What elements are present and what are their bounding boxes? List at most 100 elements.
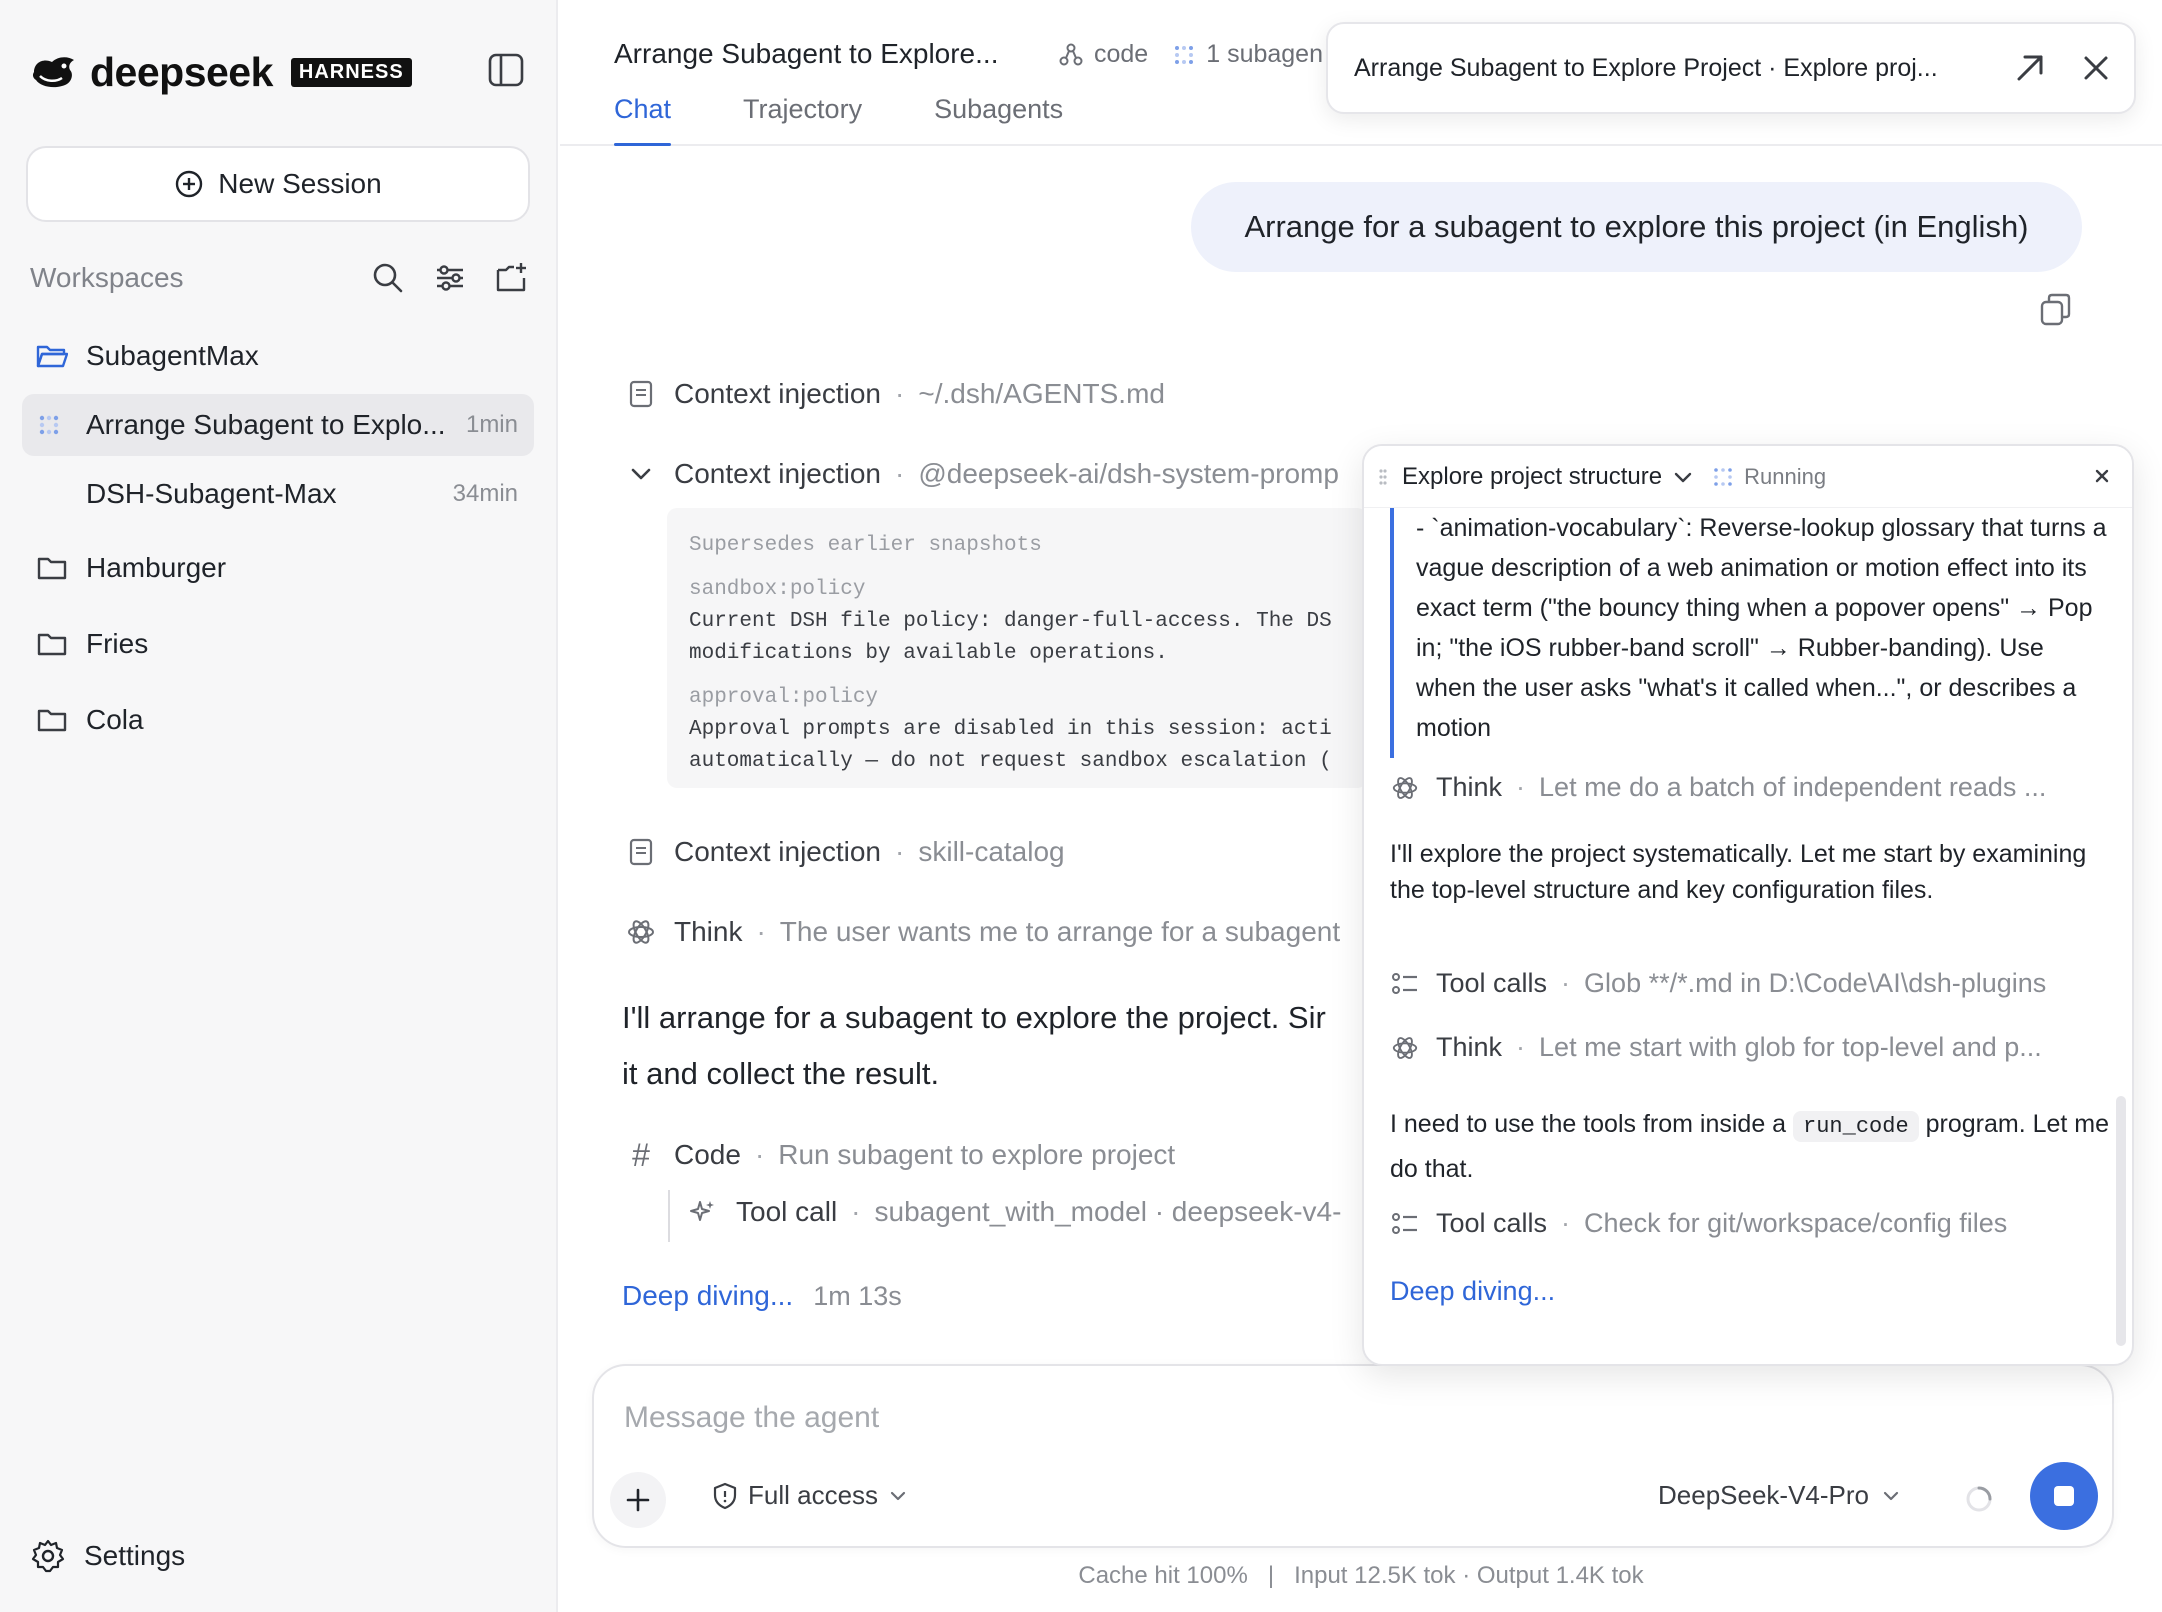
session-label: DSH-Subagent-Max (86, 478, 337, 509)
attach-button[interactable] (610, 1472, 666, 1528)
step-context-injection-expanded[interactable]: Context injection · @deepseek-ai/dsh-sys… (624, 457, 1362, 491)
composer: Full access DeepSeek-V4-Pro (592, 1364, 2114, 1548)
stop-button[interactable] (2030, 1462, 2098, 1530)
close-icon[interactable] (2076, 48, 2116, 88)
sub-step-tool-calls[interactable]: Tool calls · Glob **/*.md in D:\Code\AI\… (1390, 968, 2046, 999)
sub-step-tool-calls[interactable]: Tool calls · Check for git/workspace/con… (1390, 1208, 2007, 1239)
access-label: Full access (748, 1480, 879, 1510)
workspace-cola[interactable]: Cola (22, 689, 534, 751)
step-tool-call[interactable]: Tool call · subagent_with_model · deepse… (686, 1195, 1362, 1229)
workspace-label: Hamburger (86, 552, 227, 583)
model-selector[interactable]: DeepSeek-V4-Pro (1658, 1480, 1901, 1511)
running-dots-icon (36, 410, 70, 440)
access-level-dropdown[interactable]: Full access (712, 1480, 908, 1511)
step-detail: Let me start with glob for top-level and… (1539, 1032, 2042, 1062)
workspace-subagentmax[interactable]: SubagentMax (22, 325, 534, 387)
step-detail: Let me do a batch of independent reads .… (1539, 772, 2047, 802)
brand: deepseek HARNESS (30, 48, 412, 96)
workspace-label: Fries (86, 628, 149, 659)
tab-chat[interactable]: Chat (614, 94, 672, 146)
sidebar-toggle-icon[interactable] (486, 52, 526, 88)
atom-icon (1390, 1033, 1420, 1063)
conversation-title: Arrange Subagent to Explore... (614, 38, 999, 69)
settings-button[interactable]: Settings (30, 1538, 185, 1574)
cache-hit: Cache hit 100% (1078, 1562, 1248, 1589)
tab-trajectory[interactable]: Trajectory (743, 94, 862, 146)
plus-circle-icon (176, 170, 203, 198)
search-icon[interactable] (370, 260, 406, 296)
assistant-line: it and collect the result. (622, 1056, 940, 1091)
elapsed-time: 1m 13s (813, 1280, 902, 1311)
sidebar: deepseek HARNESS New Session Workspaces (0, 0, 558, 1612)
stats-separator: | (1267, 1562, 1275, 1589)
subagent-title[interactable]: Explore project structure (1402, 463, 1662, 491)
new-session-button[interactable]: New Session (26, 146, 530, 222)
sub-step-think[interactable]: Think · Let me do a batch of independent… (1390, 772, 2046, 803)
token-usage: Input 12.5K tok · Output 1.4K tok (1294, 1562, 1644, 1589)
copy-icon[interactable] (2036, 290, 2076, 330)
cb-approval-line: automatically — do not request sandbox e… (689, 750, 1332, 773)
step-detail: ~/.dsh/AGENTS.md (918, 378, 1165, 409)
subagent-panel-header: Explore project structure Running (1364, 446, 2132, 508)
cb-supersedes: Supersedes earlier snapshots (689, 534, 1042, 557)
document-icon (624, 835, 658, 869)
workspace-label: SubagentMax (86, 340, 259, 371)
cb-sandbox-key: sandbox:policy (689, 578, 866, 601)
cb-sandbox-line: modifications by available operations. (689, 642, 1168, 665)
tab-bar: Chat Trajectory Subagents (614, 94, 1063, 146)
subagent-status: Running (1744, 463, 1827, 489)
session-age: 34min (452, 480, 518, 507)
new-folder-icon[interactable] (494, 260, 530, 296)
session-age: 1min (465, 411, 518, 438)
panel-scrollbar[interactable] (2116, 1096, 2126, 1346)
workspace-hamburger[interactable]: Hamburger (22, 537, 534, 599)
step-detail: Run subagent to explore project (778, 1139, 1176, 1170)
subagent-message: I need to use the tools from inside a ru… (1390, 1110, 2110, 1183)
token-stats: Cache hit 100% | Input 12.5K tok · Outpu… (560, 1562, 2162, 1590)
session-item-active[interactable]: Arrange Subagent to Explo... 1min (22, 394, 534, 456)
inline-code: run_code (1793, 1111, 1919, 1142)
step-context-injection[interactable]: Context injection · ~/.dsh/AGENTS.md (624, 377, 1165, 411)
workspaces-title: Workspaces (30, 262, 184, 293)
chevron-down-icon[interactable] (1672, 466, 1694, 488)
step-label: Tool calls (1436, 968, 1548, 998)
step-detail: skill-catalog (918, 836, 1065, 867)
step-label: Think (674, 916, 743, 947)
session-item[interactable]: DSH-Subagent-Max 34min (22, 463, 534, 525)
subagent-panel: Explore project structure Running - `ani… (1362, 444, 2134, 1366)
close-icon[interactable] (2090, 464, 2114, 488)
assistant-message: I'll arrange for a subagent to explore t… (622, 990, 1382, 1102)
step-label: Context injection (674, 378, 882, 409)
brand-badge: HARNESS (290, 57, 412, 87)
step-detail: Check for git/workspace/config files (1584, 1208, 2008, 1238)
subagent-deep-diving: Deep diving... (1390, 1276, 1556, 1306)
atom-icon (624, 915, 658, 949)
message-input[interactable] (624, 1396, 2024, 1440)
deep-diving-label: Deep diving... (622, 1280, 794, 1311)
shield-icon (713, 1482, 737, 1509)
new-session-label: New Session (218, 168, 382, 199)
chevron-down-icon (1883, 1491, 1899, 1500)
step-code[interactable]: # Code · Run subagent to explore project (624, 1137, 1176, 1173)
settings-label: Settings (84, 1540, 186, 1571)
subagent-popout-card[interactable]: Arrange Subagent to Explore Project · Ex… (1326, 22, 2136, 114)
header-meta: code 1 subagen (1058, 40, 1323, 69)
tab-subagents[interactable]: Subagents (934, 94, 1063, 146)
step-detail: Glob **/*.md in D:\Code\AI\dsh-plugins (1584, 968, 2047, 998)
step-label: Context injection (674, 458, 882, 489)
open-external-icon[interactable] (2010, 48, 2050, 88)
sub-step-think[interactable]: Think · Let me start with glob for top-l… (1390, 1032, 2042, 1063)
plus-icon (626, 1488, 650, 1512)
step-label: Tool call (736, 1196, 838, 1227)
user-message: Arrange for a subagent to explore this p… (1191, 182, 2082, 272)
drag-handle-icon[interactable] (1378, 465, 1388, 489)
step-context-injection[interactable]: Context injection · skill-catalog (624, 835, 1065, 869)
session-label: Arrange Subagent to Explo... (86, 409, 446, 440)
step-think[interactable]: Think · The user wants me to arrange for… (624, 915, 1362, 949)
step-detail: @deepseek-ai/dsh-system-promp (918, 458, 1339, 489)
step-detail: The user wants me to arrange for a subag… (779, 916, 1341, 947)
sparkle-icon (686, 1195, 720, 1229)
workspace-fries[interactable]: Fries (22, 613, 534, 675)
filter-sliders-icon[interactable] (432, 260, 468, 296)
list-icon (1390, 969, 1420, 999)
